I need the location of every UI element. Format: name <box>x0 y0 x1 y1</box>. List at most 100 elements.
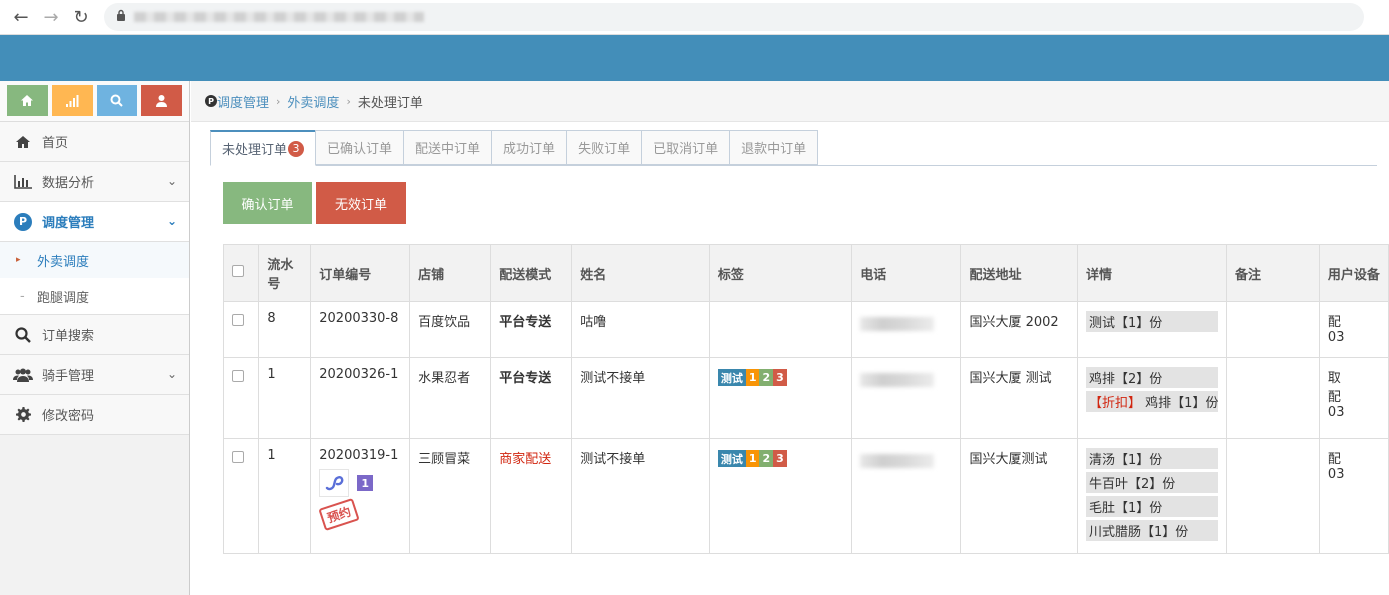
phone-blurred <box>860 317 935 331</box>
source-app-icon <box>319 469 350 497</box>
device-line: 配 <box>1327 452 1341 467</box>
row-checkbox[interactable] <box>232 314 244 326</box>
customer-name-cell: 测试不接单 <box>571 357 710 439</box>
sidebar-item-label: 调度管理 <box>42 216 95 231</box>
breadcrumb-link-takeout[interactable]: 外卖调度 <box>287 92 339 111</box>
sidebar: 首页 数据分析 ⌄ P 调度管理 ⌄ ▸ 外卖调度 - 跑腿调度 订单搜索 骑手… <box>0 81 190 595</box>
column-header-name: 姓名 <box>571 244 710 302</box>
phone-cell <box>851 438 962 554</box>
column-header-phone: 电话 <box>851 244 962 302</box>
forward-icon[interactable]: → <box>36 2 66 32</box>
tag-2: 2 <box>759 450 774 467</box>
order-count-badge: 1 <box>357 475 374 491</box>
column-header-address: 配送地址 <box>960 244 1079 302</box>
tags-cell: 测试 1 2 3 <box>708 438 853 554</box>
sidebar-item-label: 订单搜索 <box>42 329 95 344</box>
tab-refunding[interactable]: 退款中订单 <box>729 130 819 165</box>
detail-item: 【折扣】 鸡排【1】份 <box>1086 391 1218 412</box>
device-line: 03 <box>1327 467 1345 482</box>
caret-right-icon: ▸ <box>16 255 21 265</box>
phone-blurred <box>860 454 935 468</box>
sidebar-item-change-password[interactable]: 修改密码 <box>0 395 189 435</box>
device-cell: 配 03 <box>1318 301 1389 358</box>
tab-label: 配送中订单 <box>415 142 481 157</box>
tab-label: 失败订单 <box>578 142 631 157</box>
customer-name-cell: 测试不接单 <box>571 438 710 554</box>
shortcut-user-button[interactable] <box>141 85 182 116</box>
detail-item: 牛百叶【2】份 <box>1086 472 1219 493</box>
delivery-mode-cell: 商家配送 <box>490 438 573 554</box>
breadcrumb: P 调度管理 › 外卖调度 › 未处理订单 <box>191 81 1389 122</box>
sidebar-item-dispatch[interactable]: P 调度管理 ⌄ <box>0 202 189 242</box>
remark-cell <box>1226 301 1320 358</box>
tab-cancelled[interactable]: 已取消订单 <box>641 130 731 165</box>
sidebar-item-label: 骑手管理 <box>42 369 95 384</box>
phone-blurred <box>860 373 935 387</box>
details-cell: 清汤【1】份 牛百叶【2】份 毛肚【1】份 川式腊肠【1】份 <box>1077 438 1228 554</box>
breadcrumb-link-dispatch[interactable]: 调度管理 <box>217 92 269 111</box>
chevron-down-icon: ⌄ <box>166 174 177 188</box>
sidebar-item-data-analysis[interactable]: 数据分析 ⌄ <box>0 162 189 202</box>
order-no-text: 20200319-1 <box>319 448 399 463</box>
select-all-cell <box>222 244 260 302</box>
tab-label: 已取消订单 <box>653 142 719 157</box>
back-icon[interactable]: ← <box>6 2 36 32</box>
tab-label: 已确认订单 <box>327 142 393 157</box>
delivery-mode-cell: 平台专送 <box>490 357 573 439</box>
address-bar[interactable] <box>104 3 1364 31</box>
delivery-mode-cell: 平台专送 <box>490 301 573 358</box>
device-cell: 取 配 03 <box>1318 357 1389 439</box>
users-icon <box>12 368 34 382</box>
remark-cell <box>1226 357 1320 439</box>
tab-failed[interactable]: 失败订单 <box>566 130 643 165</box>
sidebar-item-label: 首页 <box>42 136 69 151</box>
table-row: 1 20200319-1 1 预约 三顾冒菜 商家配送 测试不接单 测试 1 2… <box>222 438 1389 554</box>
reservation-stamp: 预约 <box>318 497 360 532</box>
select-all-checkbox[interactable] <box>232 265 244 277</box>
tag-3: 3 <box>773 369 787 386</box>
tag-test: 测试 <box>717 369 746 386</box>
sidebar-item-home[interactable]: 首页 <box>0 122 189 162</box>
tab-success[interactable]: 成功订单 <box>491 130 568 165</box>
home-icon <box>12 135 34 149</box>
shortcut-home-button[interactable] <box>7 85 48 116</box>
sidebar-item-order-search[interactable]: 订单搜索 <box>0 315 189 355</box>
customer-name-cell: 咕噜 <box>571 301 710 358</box>
row-checkbox[interactable] <box>232 451 244 463</box>
tab-delivering[interactable]: 配送中订单 <box>403 130 493 165</box>
device-line: 配 <box>1327 390 1341 405</box>
detail-item: 毛肚【1】份 <box>1086 496 1219 517</box>
sidebar-shortcuts <box>0 81 189 122</box>
address-cell: 国兴大厦 测试 <box>960 357 1079 439</box>
shortcut-search-button[interactable] <box>96 85 138 116</box>
gear-icon <box>12 407 34 422</box>
user-icon <box>156 95 168 107</box>
reload-icon[interactable]: ↻ <box>66 2 96 32</box>
submenu-item-errand[interactable]: - 跑腿调度 <box>0 278 189 314</box>
discount-label: 【折扣】 <box>1089 396 1142 411</box>
order-icons: 1 <box>319 469 401 497</box>
tab-unprocessed[interactable]: 未处理订单 3 <box>210 130 317 166</box>
sidebar-item-rider-management[interactable]: 骑手管理 ⌄ <box>0 355 189 395</box>
tab-confirmed[interactable]: 已确认订单 <box>315 130 405 165</box>
tab-count-badge: 3 <box>288 140 305 157</box>
sidebar-item-label: 修改密码 <box>42 409 95 424</box>
sidebar-item-label: 数据分析 <box>42 176 95 191</box>
submenu-item-takeout[interactable]: ▸ 外卖调度 <box>0 242 189 278</box>
chevron-right-icon: › <box>276 94 281 108</box>
device-line: 配 <box>1327 315 1341 330</box>
order-status-tabs: 未处理订单 3 已确认订单 配送中订单 成功订单 失败订单 已取消订单 退款中订… <box>210 130 1378 166</box>
order-no-cell: 20200330-8 <box>310 301 411 358</box>
column-header-serial: 流水号 <box>258 244 312 302</box>
order-no-cell: 20200326-1 <box>310 357 411 439</box>
remark-cell <box>1226 438 1320 554</box>
table-row: 1 20200326-1 水果忍者 平台专送 测试不接单 测试 1 2 3 国兴… <box>222 357 1389 439</box>
main-content: P 调度管理 › 外卖调度 › 未处理订单 未处理订单 3 已确认订单 配送中订… <box>191 81 1389 595</box>
p-icon: P <box>205 95 217 107</box>
invalid-order-button[interactable]: 无效订单 <box>316 182 406 224</box>
shortcut-chart-button[interactable] <box>51 85 93 116</box>
confirm-order-button[interactable]: 确认订单 <box>223 182 312 224</box>
tag-2: 2 <box>759 369 774 386</box>
column-header-mode: 配送模式 <box>490 244 573 302</box>
row-checkbox[interactable] <box>232 370 244 382</box>
